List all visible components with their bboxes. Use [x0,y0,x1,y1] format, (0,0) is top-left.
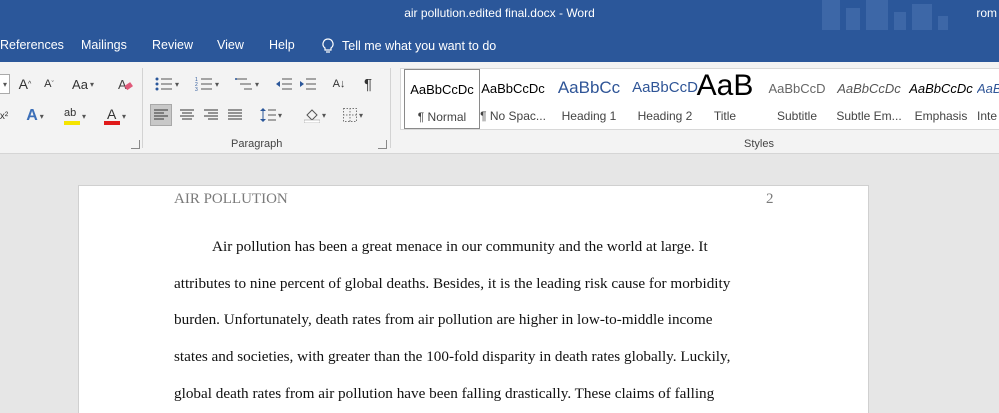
styles-group-label: Styles [744,138,774,150]
document-page[interactable]: AIR POLLUTION 2 Air pollution has been a… [78,185,869,413]
body-line-1: Air pollution has been a great menace in… [212,238,708,255]
style-subtitle[interactable]: AaBbCcD Subtitle [759,69,835,129]
sort-icon[interactable]: A↓ [328,74,350,94]
clear-formatting-icon[interactable]: A [114,74,136,94]
style-title[interactable]: AaB Title [687,69,763,129]
styles-gallery: AaBbCcDc ¶ Normal AaBbCcDc ¶ No Spac... … [400,68,999,130]
align-right-icon[interactable] [200,104,222,126]
window-title: air pollution.edited final.docx - Word [404,6,595,20]
account-name[interactable]: rom [976,6,997,20]
title-bar: air pollution.edited final.docx - Word r… [0,0,999,30]
lightbulb-icon [322,38,334,53]
shrink-font-button[interactable]: Aˇ [40,74,58,94]
style-no-spacing[interactable]: AaBbCcDc ¶ No Spac... [475,69,551,129]
increase-indent-icon[interactable] [298,74,318,94]
tab-review[interactable]: Review [152,38,193,52]
change-case-button[interactable]: Aa ▾ [68,74,98,94]
font-dialog-launcher-icon[interactable] [131,140,140,149]
multilevel-list-icon[interactable]: ▾ [230,74,264,94]
style-heading-1[interactable]: AaBbCc Heading 1 [551,69,627,129]
paragraph-group-label: Paragraph [231,138,283,150]
svg-text:A: A [118,77,127,92]
line-spacing-icon[interactable]: ▾ [254,104,288,126]
borders-icon[interactable]: ▾ [338,104,368,126]
page-number: 2 [766,191,774,207]
tab-view[interactable]: View [217,38,244,52]
document-area: AIR POLLUTION 2 Air pollution has been a… [0,155,999,413]
show-formatting-marks-icon[interactable]: ¶ [358,74,378,94]
body-line-4: states and societies, with greater than … [174,348,731,365]
align-center-icon[interactable] [176,104,198,126]
tell-me-text: Tell me what you want to do [342,39,497,53]
font-size-box[interactable]: ▾ [0,74,10,94]
text-effects-button[interactable]: A ▾ [20,106,50,126]
svg-text:3: 3 [195,87,198,92]
style-normal[interactable]: AaBbCcDc ¶ Normal [404,69,480,129]
tell-me-box[interactable]: Tell me what you want to do [322,38,496,54]
highlight-color-button[interactable]: ab ▾ [58,106,92,126]
ribbon-tabs: References Mailings Review View Help Tel… [0,30,999,62]
style-intense-emphasis[interactable]: AaBbCcDc Inte [977,69,999,129]
page-header-title: AIR POLLUTION [174,191,288,207]
tab-mailings[interactable]: Mailings [81,38,127,52]
body-line-5: global death rates from air pollution ha… [174,385,715,402]
ribbon: ▾ A ^ Aˇ Aa ▾ A x² A ▾ ab ▾ A ▾ ▾ 1 2 3 ▾ ▾ A↓… [0,62,999,154]
font-color-button[interactable]: A ▾ [98,106,132,126]
justify-icon[interactable] [224,104,246,126]
style-subtle-emphasis[interactable]: AaBbCcDc Subtle Em... [831,69,907,129]
decrease-indent-icon[interactable] [274,74,294,94]
superscript-button[interactable]: x² [0,106,10,126]
grow-font-button[interactable]: A ^ [16,74,34,94]
bullets-icon[interactable]: ▾ [150,74,184,94]
paragraph-dialog-launcher-icon[interactable] [378,140,387,149]
style-emphasis[interactable]: AaBbCcDc Emphasis [903,69,979,129]
align-left-icon[interactable] [150,104,172,126]
shading-icon[interactable]: ▾ [298,104,332,126]
numbering-icon[interactable]: 1 2 3 ▾ [190,74,224,94]
tab-help[interactable]: Help [269,38,295,52]
tab-references[interactable]: References [0,38,64,52]
body-line-3: burden. Unfortunately, death rates from … [174,311,713,328]
body-line-2: attributes to nine percent of global dea… [174,275,731,292]
